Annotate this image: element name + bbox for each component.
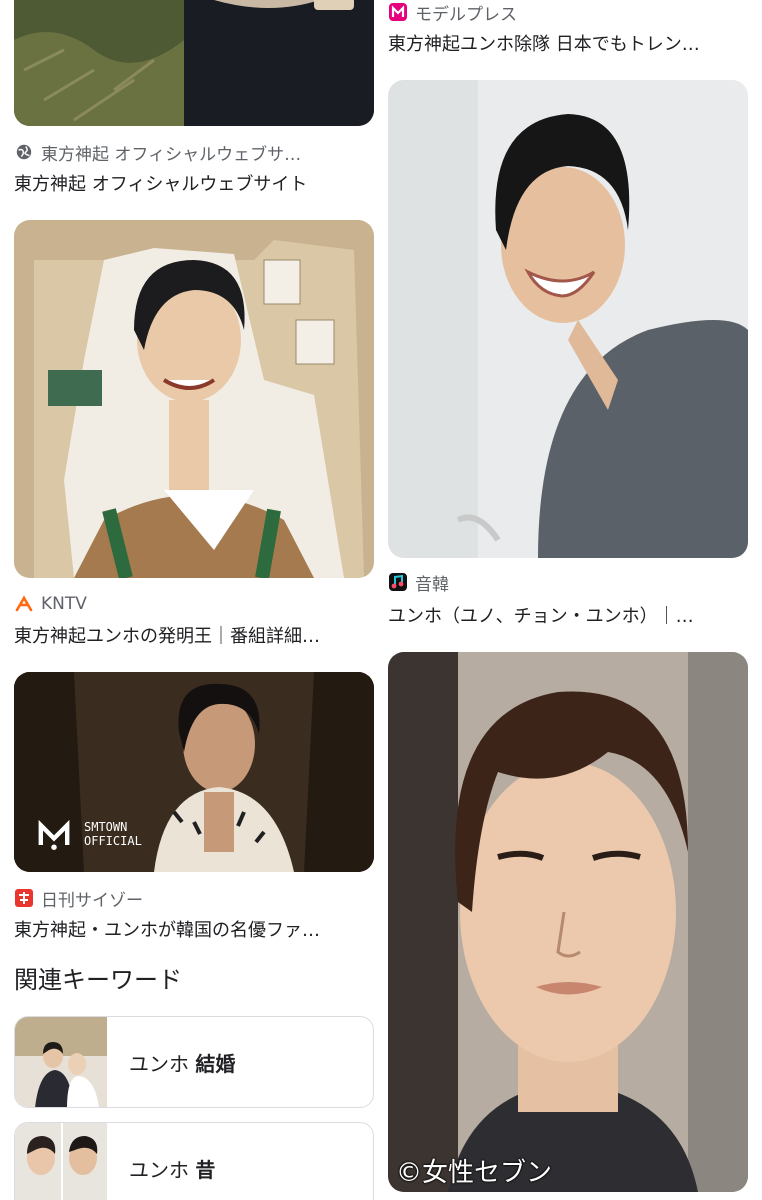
result-source-label: KNTV [41,594,87,614]
result-source-2[interactable]: KNTV [14,592,374,616]
related-keyword-thumbnail [15,1123,107,1200]
related-keywords-title: 関連キーワード [14,966,182,994]
official-text: OFFICIAL [84,834,142,848]
cyzo-logo-icon [14,888,34,908]
photo-plant-scene [14,0,374,126]
result-caption-5[interactable]: ユンホ（ユノ、チョン・ユンホ）｜… [388,602,738,628]
result-source-3[interactable]: 日刊サイゾー [14,886,374,910]
result-source-1[interactable]: 東方神起 オフィシャルウェブサ… [14,140,374,164]
copyright-watermark: ©女性セブン [396,1158,553,1188]
smtown-text: SMTOWN [84,820,128,834]
result-caption-4[interactable]: 東方神起ユンホ除隊 日本でもトレン… [388,30,738,56]
related-keyword-label: ユンホ 昔 [107,1154,215,1183]
photo-inventor-show [14,220,374,578]
related-keyword-label: ユンホ 結婚 [107,1048,235,1077]
photo-gray-tshirt [388,80,748,558]
result-caption-1[interactable]: 東方神起 オフィシャルウェブサイト [14,170,364,196]
photo-closeup-portrait [388,652,748,1192]
result-image-4[interactable] [388,80,748,558]
result-source-label: 東方神起 オフィシャルウェブサ… [41,144,302,165]
result-source-4[interactable]: モデルプレス [388,0,748,24]
result-source-label: 音韓 [415,574,449,595]
keyword-prefix: ユンホ [129,1157,196,1182]
result-image-2[interactable] [14,220,374,578]
result-caption-3[interactable]: 東方神起・ユンホが韓国の名優ファ… [14,916,364,942]
result-source-label: 日刊サイゾー [41,890,143,911]
keyword-bold: 結婚 [195,1051,236,1076]
onkan-logo-icon [388,572,408,592]
result-image-3[interactable]: SMTOWN OFFICIAL [14,672,374,872]
result-image-5[interactable]: ©女性セブン [388,652,748,1192]
keyword-bold: 昔 [195,1157,216,1182]
result-caption-2[interactable]: 東方神起ユンホの発明王｜番組詳細… [14,622,364,648]
related-keyword-card[interactable]: ユンホ 結婚 [14,1016,374,1108]
result-image-1[interactable] [14,0,374,126]
sm-logo-icon [38,819,70,850]
smtown-watermark: SMTOWN OFFICIAL [32,812,142,856]
related-keyword-card[interactable]: ユンホ 昔 [14,1122,374,1200]
keyword-prefix: ユンホ [129,1051,196,1076]
modelpress-logo-icon [388,2,408,22]
related-keyword-thumbnail [15,1017,107,1107]
kntv-logo-icon [14,594,34,614]
result-source-5[interactable]: 音韓 [388,570,748,594]
result-source-label: モデルプレス [415,4,517,25]
globe-icon [14,142,34,162]
